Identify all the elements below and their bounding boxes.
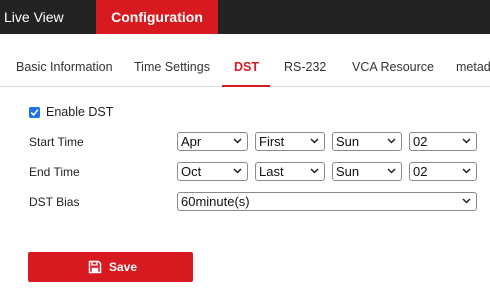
end-hour-select[interactable]: 02 <box>409 162 477 181</box>
end-month-select[interactable]: Oct <box>177 162 248 181</box>
dst-bias-value: 60minute(s) <box>181 194 250 209</box>
tab-rs-232[interactable]: RS-232 <box>284 50 326 85</box>
end-month-value: Oct <box>181 164 202 179</box>
start-month-select[interactable]: Apr <box>177 132 248 151</box>
end-day-select[interactable]: Sun <box>332 162 402 181</box>
chevron-down-icon <box>462 138 471 144</box>
enable-dst-label: Enable DST <box>46 105 114 119</box>
chevron-down-icon <box>462 198 471 204</box>
chevron-down-icon <box>310 138 319 144</box>
end-hour-value: 02 <box>413 164 428 179</box>
start-day-select[interactable]: Sun <box>332 132 402 151</box>
nav-live-view[interactable]: Live View <box>4 0 64 34</box>
start-week-value: First <box>259 134 285 149</box>
end-week-value: Last <box>259 164 284 179</box>
tab-time-settings[interactable]: Time Settings <box>134 50 210 85</box>
start-hour-select[interactable]: 02 <box>409 132 477 151</box>
tab-vca-resource[interactable]: VCA Resource <box>352 50 434 85</box>
start-week-select[interactable]: First <box>255 132 325 151</box>
checkmark-icon <box>30 109 39 117</box>
chevron-down-icon <box>233 168 242 174</box>
floppy-disk-icon <box>88 260 102 274</box>
tab-dst[interactable]: DST <box>234 50 259 85</box>
tab-metadata[interactable]: metad <box>456 50 490 85</box>
tab-basic-information[interactable]: Basic Information <box>16 50 113 85</box>
start-month-value: Apr <box>181 134 202 149</box>
chevron-down-icon <box>387 138 396 144</box>
chevron-down-icon <box>387 168 396 174</box>
save-button-label: Save <box>109 260 138 274</box>
dst-bias-label: DST Bias <box>29 195 80 209</box>
start-day-value: Sun <box>336 134 360 149</box>
enable-dst-checkbox[interactable] <box>29 107 40 118</box>
start-hour-value: 02 <box>413 134 428 149</box>
save-button[interactable]: Save <box>28 252 193 282</box>
settings-tabs: Basic Information Time Settings DST RS-2… <box>0 50 490 87</box>
nav-configuration[interactable]: Configuration <box>96 0 218 34</box>
end-day-value: Sun <box>336 164 360 179</box>
end-time-label: End Time <box>29 165 80 179</box>
chevron-down-icon <box>233 138 242 144</box>
active-tab-indicator <box>222 85 270 87</box>
top-navigation-bar: Live View Configuration <box>0 0 490 34</box>
end-week-select[interactable]: Last <box>255 162 325 181</box>
start-time-label: Start Time <box>29 135 84 149</box>
dst-bias-select[interactable]: 60minute(s) <box>177 192 477 211</box>
chevron-down-icon <box>462 168 471 174</box>
chevron-down-icon <box>310 168 319 174</box>
